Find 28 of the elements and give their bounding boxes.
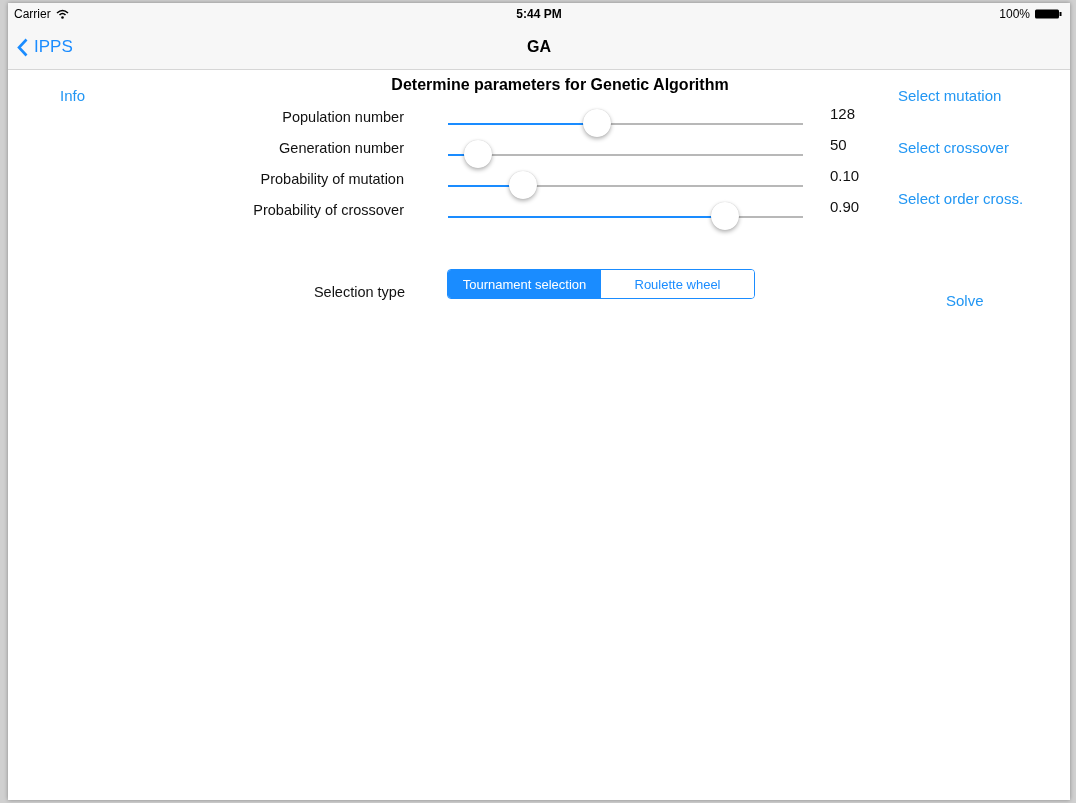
back-button[interactable]: IPPS	[8, 37, 73, 57]
chevron-left-icon	[17, 37, 28, 57]
battery-percent: 100%	[999, 7, 1030, 21]
battery-icon	[1035, 9, 1062, 19]
select-button[interactable]: Select crossover	[898, 139, 1009, 156]
slider-label: Population number	[281, 108, 404, 127]
segment[interactable]: Tournament selection	[448, 270, 601, 298]
status-time: 5:44 PM	[516, 7, 562, 21]
carrier-label: Carrier	[14, 7, 51, 21]
slider-thumb[interactable]	[710, 202, 739, 230]
slider-value: 128	[830, 104, 857, 124]
selection-label: Selection type	[312, 283, 405, 300]
slider-thumb[interactable]	[464, 140, 493, 168]
slider-label: Generation number	[278, 139, 404, 158]
wifi-icon	[55, 9, 69, 19]
slider-value: 0.90	[830, 197, 861, 217]
solve-button[interactable]: Solve	[946, 292, 984, 309]
slider-label: Probability of crossover	[252, 201, 404, 220]
slider-value: 0.10	[830, 166, 861, 186]
slider-value: 50	[830, 135, 848, 155]
slider-thumb[interactable]	[508, 171, 537, 199]
navigation-title: GA	[527, 38, 551, 56]
select-button[interactable]: Select order cross.	[898, 190, 1024, 207]
slider-label: Probability of mutation	[259, 170, 404, 189]
info-button[interactable]: Info	[60, 87, 86, 104]
slider-thumb[interactable]	[583, 109, 612, 137]
heading: Determine parameters for Genetic Algorithm	[390, 75, 729, 94]
select-button[interactable]: Select mutation	[898, 87, 1002, 104]
